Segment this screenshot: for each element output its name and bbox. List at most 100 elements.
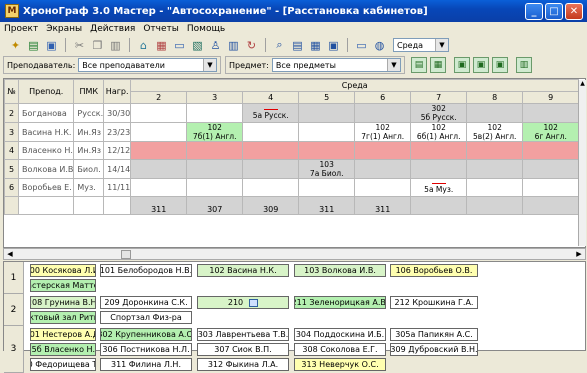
lesson-cell[interactable]: 5а Муз. xyxy=(410,178,468,197)
room-box[interactable]: Актовый зал Ритм. xyxy=(30,311,96,324)
lesson-cell[interactable]: 103 7а Биол. xyxy=(298,159,356,179)
scroll-thumb[interactable] xyxy=(121,249,131,259)
table-row[interactable]: 5 Волкова И.В Биол. 14/14 103 7а Биол. xyxy=(4,159,580,179)
copy-icon[interactable]: ❐ xyxy=(90,38,105,53)
room-box[interactable]: 308 Соколова Е.Г. xyxy=(294,343,386,356)
refresh-icon[interactable]: ↻ xyxy=(244,38,259,53)
lesson-cell[interactable]: 102 5в(2) Англ. xyxy=(466,122,524,142)
room-icon[interactable]: ▥ xyxy=(226,38,241,53)
room-box[interactable]: 103 Волкова И.В. xyxy=(294,264,386,277)
maximize-button[interactable]: □ xyxy=(545,2,563,20)
monitor-icon[interactable]: ▭ xyxy=(172,38,187,53)
room-box[interactable]: 106 Воробьев О.В. xyxy=(390,264,478,277)
cut-icon[interactable]: ✂ xyxy=(72,38,87,53)
col-load-header[interactable]: Нагр. xyxy=(103,79,132,104)
col-pmk-header[interactable]: ПМК xyxy=(73,79,105,104)
lesson-cell[interactable]: 311 xyxy=(354,196,412,215)
horizontal-scrollbar[interactable]: ◀ ▶ xyxy=(3,248,586,260)
table-row[interactable]: 4 Власенко Н. Ин.Яз 12/12 xyxy=(4,141,580,160)
view3-icon[interactable]: ▣ xyxy=(492,57,508,73)
new-icon[interactable]: ✦ xyxy=(8,38,23,53)
lesson-cell[interactable] xyxy=(186,178,244,197)
lesson-cell[interactable]: 102 7б(1) Англ. xyxy=(186,122,244,142)
lesson-cell[interactable] xyxy=(354,159,412,179)
table-row[interactable]: 6 Воробьев Е. Муз. 11/11 5а Муз. xyxy=(4,178,580,197)
subject-select[interactable]: Все предметы ▼ xyxy=(271,58,401,72)
filter-apply-icon[interactable]: ▤ xyxy=(411,57,427,73)
lesson-cell[interactable] xyxy=(242,122,300,142)
room-box[interactable]: 208 Грунина В.Н. xyxy=(30,296,96,309)
room-box[interactable]: 310 Федорищева Т.Д. xyxy=(30,358,96,371)
room-box[interactable]: 301 Нестеров А.Д. xyxy=(30,328,96,341)
schedule-icon[interactable]: ▤ xyxy=(290,38,305,53)
teacher-select[interactable]: Все преподаватели ▼ xyxy=(78,58,217,72)
room-box[interactable]: 101 Белобородов Н.В. xyxy=(100,264,192,277)
room-box[interactable]: 312 Фыкина Л.А. xyxy=(197,358,289,371)
lesson-cell[interactable] xyxy=(242,159,300,179)
lesson-cell[interactable]: 302 5б Русск. xyxy=(410,103,468,123)
lesson-cell[interactable]: 307 xyxy=(186,196,244,215)
table-row[interactable]: 2 Богданова Русск. 30/30 5а Русск. 302 5б Русс… xyxy=(4,103,580,123)
room-box[interactable]: 209 Доронкина С.К. xyxy=(100,296,192,309)
room-box[interactable]: 307 Сиок В.П. xyxy=(197,343,289,356)
col-num-header[interactable]: № xyxy=(4,79,19,104)
home-icon[interactable]: ⌂ xyxy=(136,38,151,53)
lesson-cell[interactable] xyxy=(130,141,188,160)
open-icon[interactable]: ▤ xyxy=(26,38,41,53)
lesson-cell[interactable]: 309 xyxy=(242,196,300,215)
lesson-cell[interactable]: 102 6б(1) Англ. xyxy=(410,122,468,142)
scroll-right-icon[interactable]: ▶ xyxy=(573,249,585,259)
lesson-cell[interactable] xyxy=(298,178,356,197)
lesson-cell[interactable] xyxy=(410,159,468,179)
print-icon[interactable]: ▦ xyxy=(308,38,323,53)
lesson-cell[interactable] xyxy=(466,178,524,197)
lesson-cell[interactable] xyxy=(186,141,244,160)
room-box[interactable]: Спортзал Физ-ра xyxy=(100,311,192,324)
zoom-icon[interactable]: ⌕ xyxy=(272,38,287,53)
lesson-cell[interactable]: 102 7г(1) Англ. xyxy=(354,122,412,142)
lesson-cell[interactable] xyxy=(522,159,580,179)
lesson-cell[interactable] xyxy=(466,141,524,160)
window-icon[interactable]: ▭ xyxy=(354,38,369,53)
lesson-cell[interactable] xyxy=(130,159,188,179)
lesson-cell[interactable] xyxy=(242,141,300,160)
table-row[interactable]: 311 307 309 311 311 xyxy=(4,196,580,215)
lesson-cell[interactable] xyxy=(298,141,356,160)
lesson-cell[interactable] xyxy=(354,178,412,197)
room-box[interactable]: Мастерская Маттех. xyxy=(30,279,96,292)
lesson-cell[interactable] xyxy=(298,122,356,142)
table-row[interactable]: 3 Васина Н.К. Ин.Яз 23/23 102 7б(1) Англ. 102 7… xyxy=(4,122,580,142)
room-box[interactable]: 305а Папикян А.С. xyxy=(390,328,478,341)
room-box[interactable]: 210 xyxy=(197,296,289,309)
scroll-up-icon[interactable]: ▲ xyxy=(579,80,586,87)
lesson-cell[interactable] xyxy=(130,178,188,197)
menu-reports[interactable]: Отчеты xyxy=(143,24,179,34)
teacher-icon[interactable]: ♙ xyxy=(208,38,223,53)
lesson-cell[interactable] xyxy=(410,196,468,215)
menu-screens[interactable]: Экраны xyxy=(46,24,82,34)
room-box[interactable]: 303 Лаврентьева Т.В. xyxy=(197,328,289,341)
grid-icon[interactable]: ▦ xyxy=(154,38,169,53)
lesson-cell[interactable] xyxy=(186,103,244,123)
view4-icon[interactable]: ▥ xyxy=(516,57,532,73)
lesson-cell[interactable] xyxy=(186,159,244,179)
lesson-cell[interactable]: 311 xyxy=(130,196,188,215)
room-box[interactable]: 309 Дубровский В.Н. xyxy=(390,343,478,356)
room-box[interactable]: 102 Васина Н.К. xyxy=(197,264,289,277)
room-box[interactable]: 313 Неверчук О.С. xyxy=(294,358,386,371)
lesson-cell[interactable] xyxy=(298,103,356,123)
save-icon[interactable]: ▣ xyxy=(44,38,59,53)
lesson-cell[interactable] xyxy=(466,159,524,179)
lesson-cell[interactable] xyxy=(354,103,412,123)
room-box[interactable]: 302 Крупенникова А.С. xyxy=(100,328,192,341)
class-icon[interactable]: ▧ xyxy=(190,38,205,53)
paste-icon[interactable]: ▥ xyxy=(108,38,123,53)
vertical-scrollbar[interactable]: ▲ xyxy=(578,80,586,246)
menu-project[interactable]: Проект xyxy=(4,24,38,34)
lesson-cell[interactable]: 5а Русск. xyxy=(242,103,300,123)
lesson-cell[interactable] xyxy=(522,196,580,215)
minimize-button[interactable]: _ xyxy=(525,2,543,20)
globe-icon[interactable]: ◍ xyxy=(372,38,387,53)
lesson-cell[interactable] xyxy=(130,122,188,142)
lesson-cell[interactable]: 311 xyxy=(298,196,356,215)
